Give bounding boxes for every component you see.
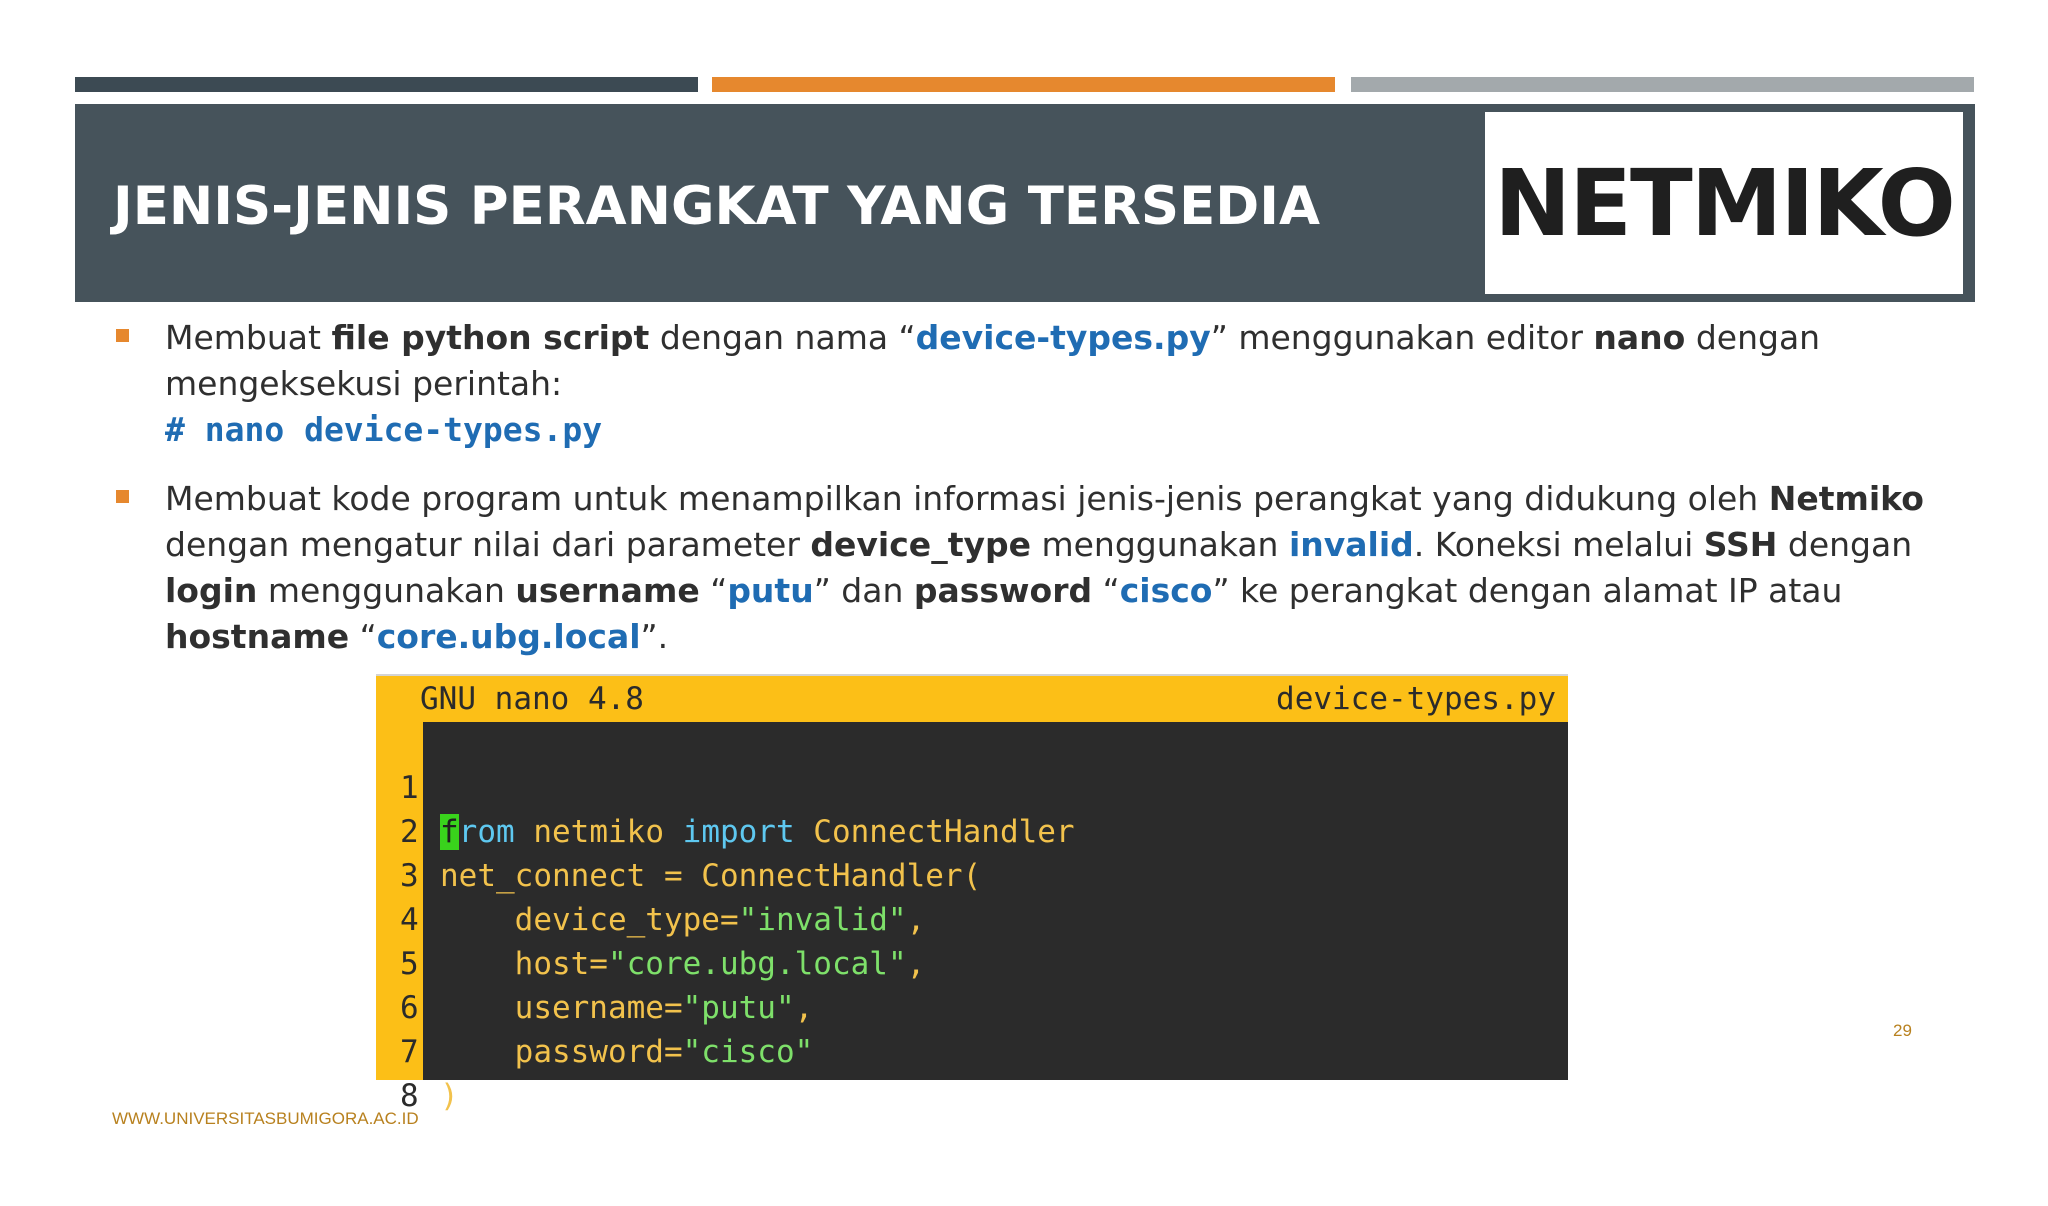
- text: ” dan: [813, 571, 914, 610]
- value-highlight: invalid: [1288, 525, 1414, 564]
- bullet-marker: [116, 490, 129, 503]
- text: “: [1092, 571, 1120, 610]
- code-line: 5 username="putu",: [376, 898, 1568, 1026]
- bold-term: username: [515, 571, 700, 610]
- bold-term: Netmiko: [1768, 479, 1924, 518]
- text: ” menggunakan editor: [1210, 318, 1594, 357]
- text: ”.: [640, 617, 669, 656]
- value-highlight: core.ubg.local: [376, 617, 641, 656]
- bold-term: file python script: [331, 318, 650, 357]
- nano-filename: device-types.py: [1276, 681, 1556, 717]
- text: menggunakan: [1030, 525, 1289, 564]
- footer-url: WWW.UNIVERSITASBUMIGORA.AC.ID: [112, 1109, 419, 1128]
- text: dengan mengatur nilai dari parameter: [165, 525, 811, 564]
- text: dengan: [1777, 525, 1913, 564]
- code-line: 1 from netmiko import ConnectHandler: [376, 722, 1568, 850]
- code-line: 4 host="core.ubg.local",: [376, 854, 1568, 982]
- top-bar-grey: [1351, 77, 1974, 92]
- title-banner: JENIS-JENIS PERANGKAT YANG TERSEDIA NETM…: [75, 104, 1975, 302]
- bullet-code-description: Membuat kode program untuk menampilkan i…: [165, 476, 1945, 660]
- text: dengan nama “: [649, 318, 916, 357]
- bullet-marker: [116, 329, 129, 342]
- nano-title-bar: GNU nano 4.8 device-types.py: [376, 676, 1568, 722]
- bold-term: password: [913, 571, 1093, 610]
- bold-term: hostname: [165, 617, 350, 656]
- top-bar-orange: [712, 77, 1335, 92]
- bold-term: login: [165, 571, 258, 610]
- text: Membuat kode program untuk menampilkan i…: [165, 479, 1769, 518]
- filename-highlight: device-types.py: [915, 318, 1211, 357]
- text: “: [699, 571, 728, 610]
- text: ” ke perangkat dengan alamat IP atau: [1212, 571, 1843, 610]
- code-line: 7 ): [376, 986, 1568, 1114]
- top-bar-dark: [75, 77, 698, 92]
- text: menggunakan: [257, 571, 516, 610]
- nano-command: # nano device-types.py: [165, 410, 603, 449]
- code-line: 6 password="cisco": [376, 942, 1568, 1070]
- netmiko-logo: NETMIKO: [1485, 112, 1963, 294]
- code-line: 2 net_connect = ConnectHandler(: [376, 766, 1568, 894]
- code-line: 8: [376, 1030, 1568, 1114]
- text: . Koneksi melalui: [1413, 525, 1704, 564]
- text: “: [349, 617, 377, 656]
- slide-title: JENIS-JENIS PERANGKAT YANG TERSEDIA: [113, 176, 1321, 237]
- nano-editor-screenshot: GNU nano 4.8 device-types.py 1 from netm…: [376, 674, 1568, 1114]
- bold-term: nano: [1593, 318, 1686, 357]
- bold-term: device_type: [810, 525, 1031, 564]
- nano-version: GNU nano 4.8: [420, 681, 644, 717]
- logo-wordmark: NETMIKO: [1494, 149, 1956, 257]
- bullet-create-script: Membuat file python script dengan nama “…: [165, 315, 1945, 453]
- value-highlight: putu: [727, 571, 814, 610]
- value-highlight: cisco: [1119, 571, 1213, 610]
- code-line: 3 device_type="invalid",: [376, 810, 1568, 938]
- text: Membuat: [165, 318, 332, 357]
- page-number: 29: [1893, 1021, 1912, 1040]
- bold-term: SSH: [1703, 525, 1778, 564]
